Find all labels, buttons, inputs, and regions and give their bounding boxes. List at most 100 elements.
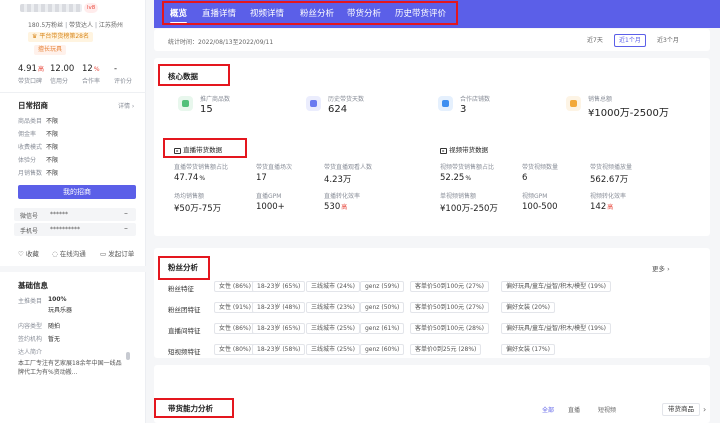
period-option[interactable]: 近1个月 <box>614 34 646 47</box>
contact-value: ****** <box>50 211 68 218</box>
fans-tag: 18-23岁 (65%) <box>252 323 306 334</box>
location-label: 江苏扬州 <box>98 22 123 29</box>
rank-badge-text: 平台带货榜第28名 <box>39 33 89 40</box>
score-label: 合作率 <box>82 78 101 85</box>
fans-tag: genz (50%) <box>360 302 405 313</box>
score-value: 4.91高 <box>18 64 44 74</box>
fans-more-label: 更多 <box>652 265 665 273</box>
core-metric-value: 15 <box>200 104 213 115</box>
period-label: 统计时间：2022/08/13至2022/09/11 <box>168 39 274 46</box>
stat-unit: 高 <box>341 204 348 211</box>
recruit-row-value: 不限 <box>46 157 59 164</box>
score-number: 12 <box>82 64 93 74</box>
recruit-row-value: 不限 <box>46 144 59 151</box>
sales-filter-tab[interactable]: 直播 <box>568 405 580 414</box>
heart-icon: ♡ <box>18 250 26 258</box>
online-chat-button[interactable]: ◌ 在线沟通 <box>52 248 86 258</box>
stat-label: 直播转化效率 <box>324 193 361 200</box>
score-suffix: 高 <box>37 66 44 73</box>
fans-analysis-card: 粉丝分析 更多 › 粉丝特征 女性 (86%) 18-23岁 (65%) 三线城市 (… <box>154 248 710 358</box>
stat-number: ¥100万-250万 <box>440 204 498 214</box>
basic-info-title: 基础信息 <box>18 281 48 290</box>
copy-icon[interactable]: ⌣ <box>124 225 128 233</box>
stat-number: 100-500 <box>522 202 558 212</box>
calendar-icon <box>306 96 321 111</box>
period-option[interactable]: 近3个月 <box>652 34 684 47</box>
chevron-right-icon[interactable]: › <box>703 405 706 414</box>
contact-value: ********** <box>50 226 80 233</box>
score-number: - <box>114 64 118 74</box>
stat-label: 带货视频播放量 <box>590 164 633 171</box>
level-badge: lv8 <box>84 3 99 13</box>
contact-label: 微信号 <box>20 213 39 220</box>
stat-value: 142高 <box>590 202 613 212</box>
score-value: 12% <box>82 64 100 74</box>
rank-badge[interactable]: ♛ 平台带货榜第28名 <box>28 32 93 42</box>
stat-number: 562.67万 <box>590 175 629 185</box>
collect-label: 收藏 <box>25 250 39 258</box>
stat-label: 视频带货销售额占比 <box>440 164 495 171</box>
core-metric-label: 历史带货天数 <box>328 96 365 103</box>
stat-label: 带货直播场次 <box>256 164 293 171</box>
profile-sidebar: lv8 180.5万粉丝 | 带货达人 | 江苏扬州 ♛ 平台带货榜第28名 擅… <box>0 0 146 423</box>
stat-unit: % <box>465 175 472 182</box>
recruit-row-label: 月销售数 <box>18 170 43 177</box>
basic-info-subvalue: 玩具乐器 <box>48 307 73 314</box>
fans-more-link[interactable]: 更多 › <box>652 263 670 273</box>
chat-icon: ◌ <box>52 250 60 258</box>
recruit-row-label: 收费模式 <box>18 144 43 151</box>
fans-title-highlight <box>158 256 210 280</box>
core-metric-value: 3 <box>460 104 467 115</box>
sales-title-highlight <box>154 398 234 418</box>
video-title-label: 视频带货数据 <box>449 146 489 154</box>
basic-info-value: 100% <box>48 296 67 303</box>
fans-tag: 18-23岁 (65%) <box>252 281 306 292</box>
fans-tag: 女性 (91%) <box>214 302 256 313</box>
intro-label: 达人简介 <box>18 349 43 356</box>
recruit-button[interactable]: 我的招商 <box>18 185 136 199</box>
chevron-right-icon: › <box>665 265 670 273</box>
recruit-row-label: 体验分 <box>18 157 37 164</box>
sales-ability-card: 带货能力分析 全部 直播 短视频 带货商品 › <box>154 365 710 423</box>
send-order-button[interactable]: ▭ 发起订单 <box>100 248 134 258</box>
stat-number: 47.74 <box>174 173 199 183</box>
scroll-handle[interactable] <box>126 352 130 360</box>
category-tag: 擅长玩具 <box>34 45 67 55</box>
recruit-detail-link[interactable]: 详情 › <box>118 101 134 110</box>
stat-number: ¥50万-75万 <box>174 204 222 214</box>
stat-value: 17 <box>256 173 267 183</box>
collect-button[interactable]: ♡ 收藏 <box>18 248 39 258</box>
recruit-row-value: 不限 <box>46 170 59 177</box>
fans-tag: 三线城市 (25%) <box>306 344 360 355</box>
contact-row: 微信号 ****** ⌣ <box>14 208 136 221</box>
stat-number: 142 <box>590 202 607 212</box>
sales-goods-link[interactable]: 带货商品 <box>662 403 700 416</box>
stat-value: 100-500 <box>522 202 558 212</box>
score-label: 信用分 <box>50 78 69 85</box>
basic-info-label: 内容类型 <box>18 323 43 330</box>
stat-label: 带货直播观看人数 <box>324 164 373 171</box>
core-title-highlight <box>158 64 230 86</box>
basic-info-value: 随拍 <box>48 323 61 330</box>
stat-number: 1000+ <box>256 202 285 212</box>
core-metric-label: 推广商品数 <box>200 96 231 103</box>
stat-number: 17 <box>256 173 267 183</box>
sales-filter-tab[interactable]: 短视频 <box>598 405 616 414</box>
fans-tag: 偏好女装 (20%) <box>501 302 555 313</box>
fans-tag: 客单价0到25元 (28%) <box>410 344 482 355</box>
recruit-row-label: 商品类目 <box>18 118 43 125</box>
send-order-label: 发起订单 <box>108 250 135 258</box>
fans-tag: genz (61%) <box>360 323 405 334</box>
fans-tag: 女性 (80%) <box>214 344 256 355</box>
recruit-title: 日常招商 <box>18 101 48 110</box>
period-option[interactable]: 近7天 <box>582 34 608 47</box>
fans-count: 180.5万粉丝 <box>28 22 64 29</box>
contact-label: 手机号 <box>20 228 39 235</box>
fans-tag: genz (60%) <box>360 344 405 355</box>
core-metric-value: ¥1000万-2500万 <box>588 108 669 119</box>
fans-tag: 客单价50到100元 (27%) <box>410 302 490 313</box>
sales-filter-tab[interactable]: 全部 <box>542 405 554 414</box>
store-icon <box>438 96 453 111</box>
copy-icon[interactable]: ⌣ <box>124 210 128 218</box>
basic-info-label: 主推类目 <box>18 298 43 305</box>
